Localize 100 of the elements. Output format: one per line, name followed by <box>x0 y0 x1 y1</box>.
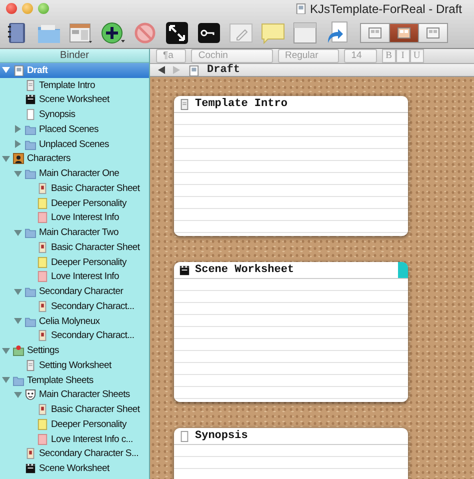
card-title: Synopsis <box>195 430 248 442</box>
settings-icon <box>13 345 24 356</box>
binder-item[interactable]: Secondary Character S... <box>0 446 149 462</box>
binder-item[interactable]: Basic Character Sheet <box>0 402 149 417</box>
binder-item[interactable]: Main Character One <box>0 166 149 181</box>
expand-icon[interactable] <box>165 20 189 44</box>
folder-icon <box>25 227 36 238</box>
binder-item[interactable]: Secondary Charact... <box>0 299 149 314</box>
binder-title: Binder <box>0 49 149 63</box>
document-icon <box>25 80 36 91</box>
sheet-icon <box>37 330 48 342</box>
binder-item[interactable]: Main Character Two <box>0 225 149 240</box>
disclosure-triangle-icon[interactable] <box>2 346 10 355</box>
binder-item[interactable]: Placed Scenes <box>0 122 149 137</box>
disclosure-triangle-icon[interactable] <box>14 125 22 134</box>
folder-icon <box>25 138 36 150</box>
binder-item[interactable]: Setting Worksheet <box>0 358 149 373</box>
blank-icon <box>25 109 36 120</box>
binder-item[interactable]: Deeper Personality <box>0 417 149 432</box>
mask-icon <box>25 389 36 400</box>
scene-icon <box>25 94 36 106</box>
view-mode-icon <box>368 26 382 38</box>
header-title: Draft <box>207 64 240 76</box>
zoom-button[interactable] <box>38 3 49 14</box>
binder-item[interactable]: Secondary Charact... <box>0 328 149 344</box>
binder-item[interactable]: Deeper Personality <box>0 254 149 270</box>
binder-item[interactable]: Deeper Personality <box>0 196 149 210</box>
binder-item[interactable]: Celia Molyneux <box>0 314 149 328</box>
binder-item[interactable]: Unplaced Scenes <box>0 136 149 152</box>
disclosure-triangle-icon[interactable] <box>14 140 22 148</box>
disclosure-triangle-icon[interactable] <box>14 228 22 237</box>
binder-item[interactable]: Love Interest Info c... <box>0 432 149 446</box>
folder-icon <box>13 374 24 386</box>
disclosure-triangle-icon[interactable] <box>14 288 22 296</box>
scene-icon <box>25 463 36 474</box>
binder-item[interactable]: Basic Character Sheet <box>0 240 149 255</box>
forward-arrow-icon[interactable] <box>173 66 180 74</box>
disclosure-triangle-icon[interactable] <box>2 66 10 74</box>
index-card[interactable]: Synopsis <box>174 428 408 479</box>
binder-item[interactable]: Scene Worksheet <box>0 92 149 108</box>
sheet-icon <box>37 182 48 194</box>
sheet-icon <box>37 404 48 416</box>
folder-icon <box>25 286 36 298</box>
layout-icon[interactable] <box>69 20 93 44</box>
view-mode-icon <box>426 26 440 38</box>
sheet-icon <box>37 242 48 253</box>
note-icon <box>37 198 48 209</box>
sheet-icon <box>37 300 48 312</box>
binder-item[interactable]: Secondary Character <box>0 284 149 299</box>
blank-icon <box>179 430 190 442</box>
binder-item[interactable]: Love Interest Info <box>0 270 149 284</box>
index-card-icon <box>37 434 48 445</box>
binder-item[interactable]: Scene Worksheet <box>0 461 149 476</box>
disclosure-triangle-icon[interactable] <box>14 390 22 399</box>
index-card-icon <box>37 212 48 224</box>
minimize-button[interactable] <box>22 3 33 14</box>
disclosure-triangle-icon[interactable] <box>2 154 10 163</box>
draft-icon <box>188 64 199 76</box>
key-icon[interactable] <box>197 20 221 44</box>
folder-icon <box>25 124 36 135</box>
card-title: Scene Worksheet <box>195 264 294 276</box>
draft-icon <box>294 3 306 14</box>
close-button[interactable] <box>6 3 17 14</box>
view-mode-button[interactable] <box>418 22 448 42</box>
scene-icon <box>179 264 190 276</box>
binder-item[interactable]: Template Intro <box>0 78 149 92</box>
disclosure-triangle-icon[interactable] <box>14 317 22 326</box>
pencil-icon[interactable] <box>229 20 253 44</box>
view-mode-button[interactable] <box>360 22 390 42</box>
note-icon <box>37 256 48 268</box>
no-entry-icon[interactable] <box>133 20 157 44</box>
note-icon <box>37 418 48 430</box>
binder-item[interactable]: Settings <box>0 343 149 358</box>
card-title: Template Intro <box>195 98 288 110</box>
binder-item[interactable]: Love Interest Info <box>0 210 149 226</box>
window-title: KJsTemplate-ForReal - Draft <box>310 2 462 16</box>
add-icon[interactable] <box>101 20 125 44</box>
sheet-icon <box>25 448 36 460</box>
index-card[interactable]: Template Intro <box>174 96 408 236</box>
view-mode-button[interactable] <box>389 22 419 42</box>
binder-item[interactable]: Basic Character Sheet <box>0 181 149 196</box>
share-icon[interactable] <box>325 20 349 44</box>
binder-item[interactable]: Synopsis <box>0 107 149 122</box>
binder-item[interactable]: Main Character Sheets <box>0 388 149 402</box>
disclosure-triangle-icon[interactable] <box>2 376 10 384</box>
document-icon <box>25 360 36 371</box>
binder-item[interactable]: Characters <box>0 152 149 166</box>
index-card[interactable]: Scene Worksheet <box>174 262 408 402</box>
disclosure-triangle-icon[interactable] <box>14 170 22 178</box>
folder-icon <box>25 168 36 180</box>
binder-item[interactable]: Template Sheets <box>0 372 149 388</box>
note-icon[interactable] <box>261 20 285 44</box>
view-mode-icon <box>397 26 411 38</box>
document-icon <box>179 98 190 110</box>
back-arrow-icon[interactable] <box>158 66 165 74</box>
index-card-icon <box>37 271 48 282</box>
folder-icon <box>25 316 36 327</box>
window-icon[interactable] <box>293 20 317 44</box>
draft-icon <box>13 64 24 76</box>
characters-icon <box>13 153 24 164</box>
